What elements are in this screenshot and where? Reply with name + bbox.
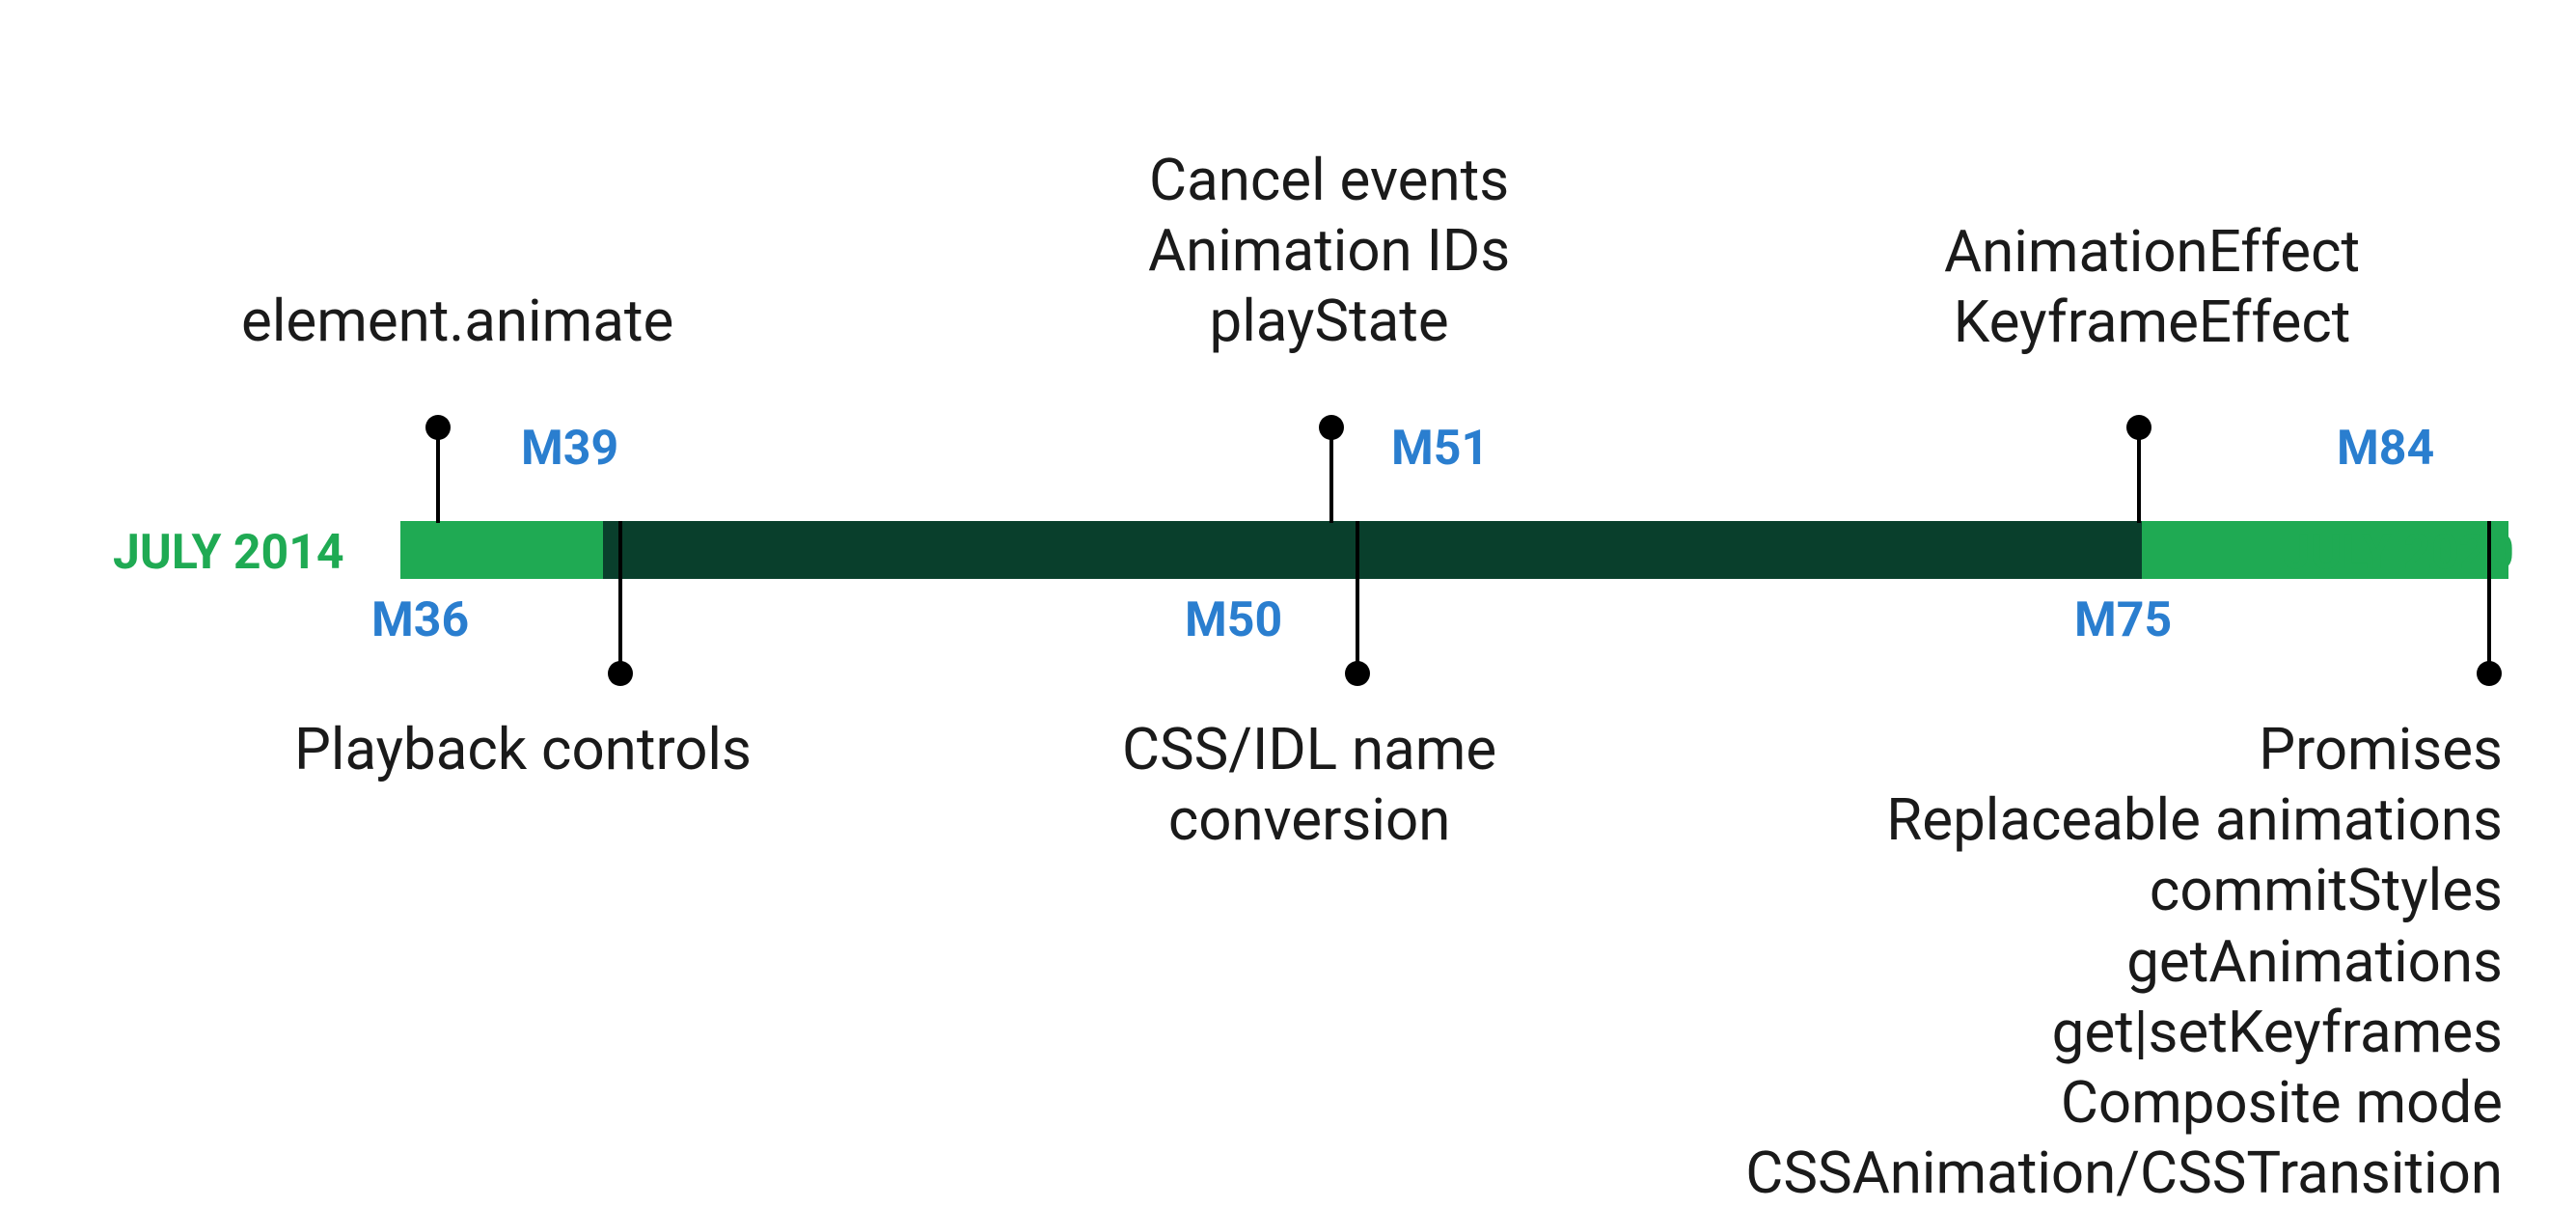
stem-m50 <box>1356 521 1359 673</box>
dot-m84 <box>2477 661 2502 686</box>
milestone-m84: M84 <box>2337 421 2434 477</box>
stem-m39 <box>618 521 622 673</box>
event-m84-line-0: Promises <box>2259 715 2503 783</box>
dot-m36 <box>425 415 451 440</box>
event-m50: CSS/IDL name conversion <box>1122 714 1496 855</box>
dot-m39 <box>608 661 633 686</box>
event-m75-line-1: KeyframeEffect <box>1954 288 2351 356</box>
event-m84-line-1: Replaceable animations <box>1886 785 2503 854</box>
event-m84-line-3: getAnimations <box>2126 927 2503 996</box>
dot-m51 <box>1319 415 1344 440</box>
dot-m50 <box>1345 661 1370 686</box>
milestone-m39: M39 <box>521 421 618 477</box>
stem-m75 <box>2137 426 2141 523</box>
milestone-m51: M51 <box>1391 421 1489 477</box>
stem-m51 <box>1329 426 1333 523</box>
event-m84: Promises Replaceable animations commitSt… <box>1745 714 2503 1208</box>
event-m84-line-2: commitStyles <box>2150 856 2503 924</box>
event-m84-line-4: get|setKeyframes <box>2052 998 2503 1066</box>
stem-m36 <box>436 426 440 523</box>
event-m84-line-5: Composite mode <box>2061 1068 2503 1137</box>
event-m50-line-1: conversion <box>1168 785 1451 854</box>
event-m84-line-6: CSSAnimation/CSSTransition <box>1745 1139 2503 1207</box>
timeline-bar-span <box>603 521 2142 579</box>
milestone-m50: M50 <box>1185 592 1282 648</box>
event-m51-line-0: Cancel events <box>1149 146 1509 214</box>
event-m51: Cancel events Animation IDs playState <box>1148 145 1510 357</box>
timeline-start-label: JULY 2014 <box>113 525 344 581</box>
event-m36-line-0: element.animate <box>241 287 673 355</box>
event-m75: AnimationEffect KeyframeEffect <box>1944 216 2360 357</box>
event-m39-line-0: Playback controls <box>294 715 752 783</box>
event-m50-line-0: CSS/IDL name <box>1122 715 1496 783</box>
milestone-m75: M75 <box>2074 592 2172 648</box>
milestone-m36: M36 <box>371 592 469 648</box>
timeline-end-label: JULY 2020 <box>2283 525 2514 581</box>
event-m36: element.animate <box>241 286 673 356</box>
event-m51-line-2: playState <box>1210 287 1449 355</box>
stem-m84 <box>2487 521 2491 673</box>
event-m39: Playback controls <box>294 714 752 784</box>
timeline-diagram: JULY 2014 JULY 2020 M36 element.animate … <box>0 0 2576 1204</box>
dot-m75 <box>2126 415 2151 440</box>
event-m51-line-1: Animation IDs <box>1148 216 1510 285</box>
event-m75-line-0: AnimationEffect <box>1944 217 2360 286</box>
